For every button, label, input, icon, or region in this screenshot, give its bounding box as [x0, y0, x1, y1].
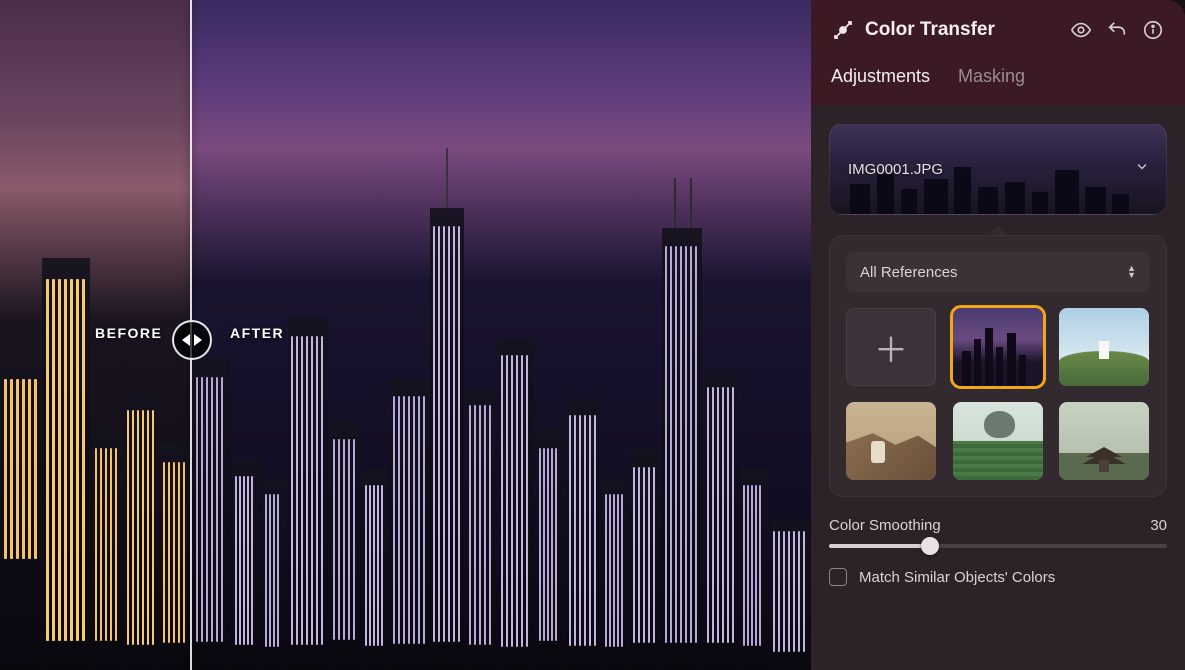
- reference-preview[interactable]: IMG0001.JPG: [829, 123, 1167, 215]
- slider-label: Color Smoothing: [829, 517, 941, 534]
- undo-icon[interactable]: [1105, 18, 1129, 42]
- thumbnail-rocks[interactable]: [846, 402, 936, 480]
- thumbnail-pagoda[interactable]: [1059, 402, 1149, 480]
- slider-track[interactable]: [829, 544, 1167, 548]
- side-panel: Color Transfer Adjustments Masking: [811, 0, 1185, 670]
- panel-header: Color Transfer: [811, 0, 1185, 60]
- checkbox-box[interactable]: [829, 568, 847, 586]
- compare-handle-icon[interactable]: [172, 320, 212, 360]
- match-colors-checkbox[interactable]: Match Similar Objects' Colors: [829, 568, 1167, 586]
- thumbnail-hill[interactable]: [1059, 308, 1149, 386]
- slider-knob[interactable]: [921, 537, 939, 555]
- color-smoothing-slider[interactable]: Color Smoothing 30: [829, 517, 1167, 548]
- preview-image-content: [0, 168, 811, 670]
- after-label: AFTER: [230, 325, 284, 341]
- chevron-down-icon[interactable]: [1134, 159, 1150, 180]
- dropdown-selected: All References: [860, 264, 958, 281]
- thumbnail-cityscape[interactable]: [953, 308, 1043, 386]
- thumbnail-greenfield[interactable]: [953, 402, 1043, 480]
- thumbnail-grid: ＋: [846, 308, 1150, 480]
- color-transfer-icon: [831, 18, 855, 42]
- panel-body: IMG0001.JPG All References ▲▼ ＋: [811, 105, 1185, 670]
- preview-area[interactable]: BEFORE AFTER: [0, 0, 811, 670]
- checkbox-label: Match Similar Objects' Colors: [859, 569, 1055, 586]
- plus-icon: ＋: [874, 323, 908, 372]
- preview-toggle-icon[interactable]: [1069, 18, 1093, 42]
- references-block: All References ▲▼ ＋: [829, 235, 1167, 497]
- slider-value: 30: [1150, 517, 1167, 534]
- popover-pointer: [989, 225, 1007, 235]
- references-dropdown[interactable]: All References ▲▼: [846, 252, 1150, 292]
- before-label: BEFORE: [95, 325, 162, 341]
- add-reference-button[interactable]: ＋: [846, 308, 936, 386]
- updown-icon: ▲▼: [1127, 265, 1136, 279]
- panel-title: Color Transfer: [865, 19, 995, 41]
- tab-adjustments[interactable]: Adjustments: [831, 66, 930, 87]
- tab-masking[interactable]: Masking: [958, 66, 1025, 87]
- info-icon[interactable]: [1141, 18, 1165, 42]
- panel-tabs: Adjustments Masking: [811, 60, 1185, 105]
